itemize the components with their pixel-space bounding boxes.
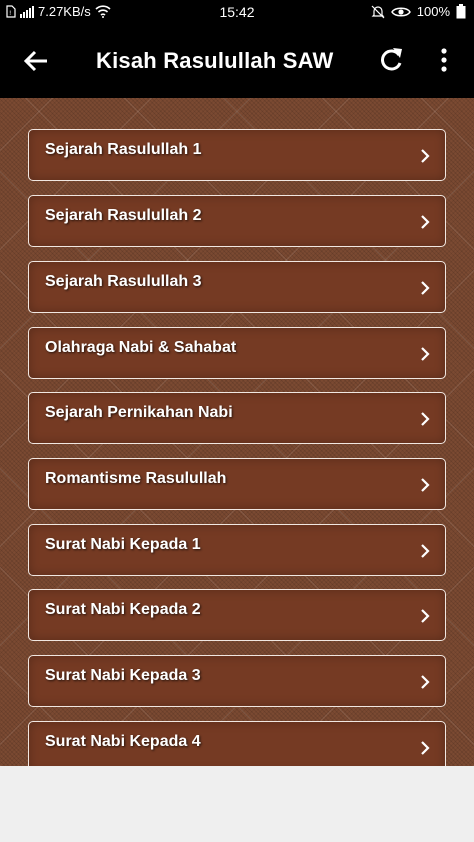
chevron-right-icon bbox=[421, 478, 430, 492]
alarm-off-icon bbox=[371, 5, 385, 18]
menu-item-label: Sejarah Pernikahan Nabi bbox=[45, 404, 233, 421]
chevron-right-icon bbox=[421, 347, 430, 361]
menu-item-sejarah-rasulullah-2[interactable]: Sejarah Rasulullah 2 bbox=[28, 195, 446, 247]
refresh-button[interactable] bbox=[376, 45, 406, 75]
app-bar: Kisah Rasulullah SAW bbox=[0, 24, 474, 98]
chevron-right-icon bbox=[421, 149, 430, 163]
menu-item-label: Surat Nabi Kepada 3 bbox=[45, 667, 201, 684]
menu-item-label: Romantisme Rasulullah bbox=[45, 470, 227, 487]
battery-percent: 100% bbox=[416, 4, 450, 19]
menu-item-sejarah-rasulullah-1[interactable]: Sejarah Rasulullah 1 bbox=[28, 129, 446, 181]
menu-item-surat-nabi-kepada-2[interactable]: Surat Nabi Kepada 2 bbox=[28, 589, 446, 641]
chevron-right-icon bbox=[421, 675, 430, 689]
menu-item-label: Surat Nabi Kepada 1 bbox=[45, 536, 201, 553]
menu-item-sejarah-rasulullah-3[interactable]: Sejarah Rasulullah 3 bbox=[28, 261, 446, 313]
status-bar: ! 7.27KB/s 15:42 100% bbox=[0, 0, 474, 24]
menu-item-label: Olahraga Nabi & Sahabat bbox=[45, 339, 237, 356]
menu-list[interactable]: Sejarah Rasulullah 1 Sejarah Rasulullah … bbox=[0, 98, 474, 766]
menu-item-surat-nabi-kepada-4[interactable]: Surat Nabi Kepada 4 bbox=[28, 721, 446, 766]
chevron-right-icon bbox=[421, 281, 430, 295]
menu-item-label: Sejarah Rasulullah 3 bbox=[45, 273, 202, 290]
chevron-right-icon bbox=[421, 544, 430, 558]
menu-item-label: Sejarah Rasulullah 2 bbox=[45, 207, 202, 224]
menu-item-label: Sejarah Rasulullah 1 bbox=[45, 141, 202, 158]
menu-item-surat-nabi-kepada-3[interactable]: Surat Nabi Kepada 3 bbox=[28, 655, 446, 707]
back-button[interactable] bbox=[20, 45, 52, 77]
status-right: 100% bbox=[371, 4, 466, 19]
chevron-right-icon bbox=[421, 741, 430, 755]
more-vert-icon bbox=[441, 48, 447, 72]
menu-item-sejarah-pernikahan-nabi[interactable]: Sejarah Pernikahan Nabi bbox=[28, 392, 446, 444]
battery-icon bbox=[456, 4, 466, 19]
more-options-button[interactable] bbox=[432, 45, 456, 75]
chevron-right-icon bbox=[421, 609, 430, 623]
chevron-right-icon bbox=[421, 215, 430, 229]
page-title: Kisah Rasulullah SAW bbox=[96, 48, 334, 73]
chevron-right-icon bbox=[421, 412, 430, 426]
back-arrow-icon bbox=[23, 50, 47, 72]
eye-icon bbox=[390, 7, 411, 16]
menu-item-olahraga-nabi-sahabat[interactable]: Olahraga Nabi & Sahabat bbox=[28, 327, 446, 379]
bottom-blank-area bbox=[0, 766, 474, 842]
menu-item-label: Surat Nabi Kepada 2 bbox=[45, 601, 201, 618]
refresh-icon bbox=[381, 48, 402, 71]
menu-item-romantisme-rasulullah[interactable]: Romantisme Rasulullah bbox=[28, 458, 446, 510]
menu-item-surat-nabi-kepada-1[interactable]: Surat Nabi Kepada 1 bbox=[28, 524, 446, 576]
menu-item-label: Surat Nabi Kepada 4 bbox=[45, 733, 201, 750]
